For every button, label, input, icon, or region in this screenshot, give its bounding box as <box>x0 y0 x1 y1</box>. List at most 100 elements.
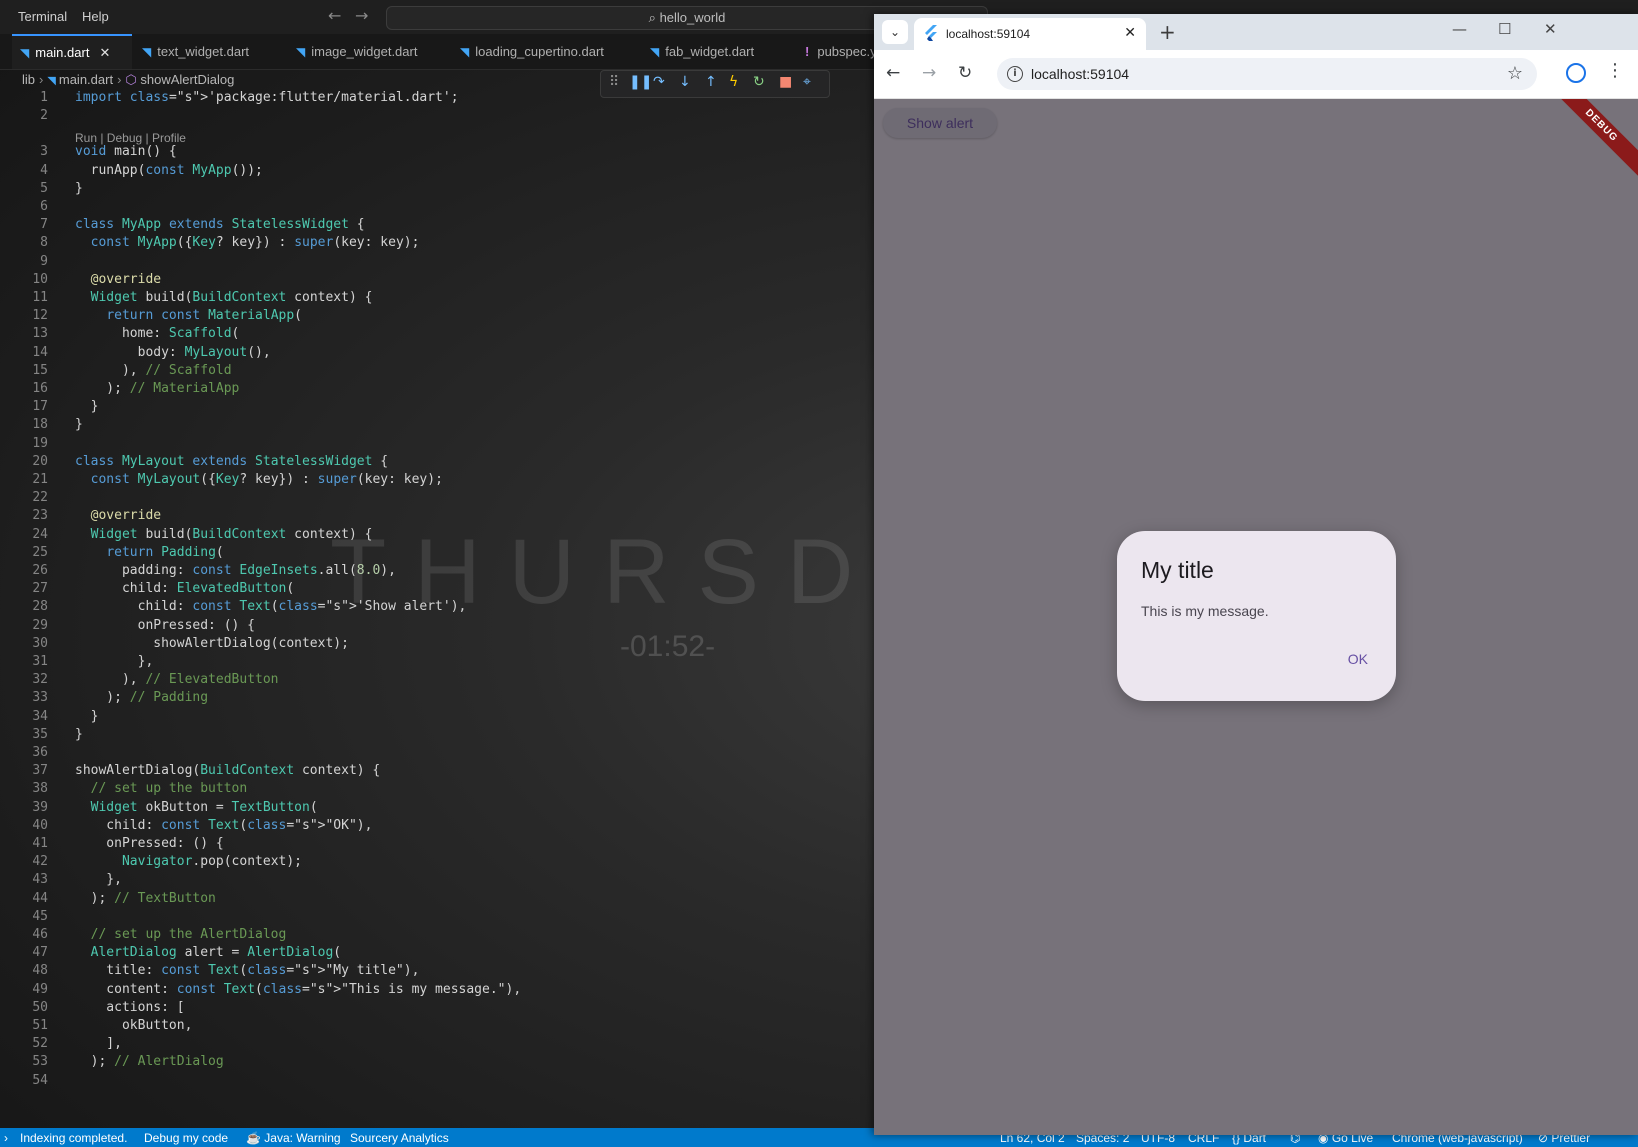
code-line[interactable]: // set up the AlertDialog <box>75 927 287 942</box>
maximize-icon[interactable]: ☐ <box>1498 20 1511 38</box>
tab-text-widget[interactable]: ◥ text_widget.dart <box>142 34 249 69</box>
line-number: 42 <box>32 854 48 870</box>
close-tab-icon[interactable]: ✕ <box>1124 25 1136 41</box>
code-line[interactable]: } <box>75 709 99 724</box>
code-line[interactable]: class MyLayout extends StatelessWidget { <box>75 454 388 469</box>
back-icon[interactable]: ← <box>886 63 900 83</box>
code-line[interactable]: home: Scaffold( <box>75 326 239 341</box>
code-line[interactable]: Widget okButton = TextButton( <box>75 800 318 815</box>
status-debug[interactable]: Debug my code <box>144 1131 228 1145</box>
line-number: 49 <box>32 981 48 997</box>
tab-loading-cupertino[interactable]: ◥ loading_cupertino.dart <box>460 34 604 69</box>
code-line[interactable]: } <box>75 727 83 742</box>
code-line[interactable]: AlertDialog alert = AlertDialog( <box>75 945 341 960</box>
code-line[interactable]: class MyApp extends StatelessWidget { <box>75 217 365 232</box>
code-line[interactable]: ), // Scaffold <box>75 363 232 378</box>
tab-fab-widget[interactable]: ◥ fab_widget.dart <box>650 34 754 69</box>
reload-icon[interactable]: ↻ <box>958 63 972 83</box>
show-alert-button[interactable]: Show alert <box>883 108 997 138</box>
code-line[interactable]: return const MaterialApp( <box>75 308 302 323</box>
forward-icon[interactable]: → <box>922 63 936 83</box>
widget-inspector-icon[interactable]: ⌖ <box>803 74 811 90</box>
chrome-tab[interactable]: localhost:59104 ✕ <box>914 18 1146 50</box>
kebab-menu-icon[interactable]: ⋮ <box>1606 60 1624 81</box>
code-line[interactable]: ], <box>75 1036 122 1051</box>
menu-help[interactable]: Help <box>82 9 109 24</box>
stop-icon[interactable]: ■ <box>779 74 792 90</box>
minimize-icon[interactable]: — <box>1452 20 1467 38</box>
step-over-icon[interactable]: ↷ <box>653 74 665 90</box>
code-line[interactable]: }, <box>75 654 154 669</box>
dialog-ok-button[interactable]: OK <box>1348 651 1368 667</box>
code-line[interactable]: import class="s">'package:flutter/materi… <box>75 90 459 105</box>
bookmark-star-icon[interactable]: ☆ <box>1507 63 1523 84</box>
code-line[interactable]: } <box>75 181 83 196</box>
site-info-icon[interactable]: i <box>1007 66 1023 82</box>
code-line[interactable]: }, <box>75 872 122 887</box>
close-icon[interactable]: ✕ <box>99 45 110 60</box>
address-bar[interactable]: i localhost:59104 ☆ <box>997 58 1537 90</box>
code-line[interactable]: ); // Padding <box>75 690 208 705</box>
code-line[interactable]: child: const Text(class="s">'Show alert'… <box>75 599 467 614</box>
forward-arrow-icon[interactable]: → <box>355 6 368 25</box>
code-line[interactable]: Navigator.pop(context); <box>75 854 302 869</box>
code-line[interactable]: // set up the button <box>75 781 248 796</box>
line-number: 12 <box>32 308 48 324</box>
code-line[interactable]: showAlertDialog(BuildContext context) { <box>75 763 380 778</box>
status-sourcery[interactable]: Sourcery Analytics <box>350 1131 449 1145</box>
back-arrow-icon[interactable]: ← <box>328 6 341 25</box>
code-line[interactable]: @override <box>75 272 161 287</box>
remote-icon[interactable]: › <box>4 1131 8 1145</box>
new-tab-icon[interactable]: + <box>1159 20 1176 44</box>
code-line[interactable]: Widget build(BuildContext context) { <box>75 527 373 542</box>
code-line[interactable]: showAlertDialog(context); <box>75 636 349 651</box>
drag-handle-icon[interactable]: ⠿ <box>609 74 619 90</box>
step-into-icon[interactable]: ↓ <box>679 74 691 90</box>
code-line[interactable]: child: ElevatedButton( <box>75 581 294 596</box>
code-line[interactable]: } <box>75 399 99 414</box>
chrome-tab-strip: ⌄ localhost:59104 ✕ + — ☐ ✕ <box>874 14 1638 50</box>
flutter-app-viewport: Show alert DEBUG My title This is my mes… <box>874 99 1638 1135</box>
code-line[interactable]: child: const Text(class="s">"OK"), <box>75 818 372 833</box>
code-line[interactable]: ); // AlertDialog <box>75 1054 224 1069</box>
status-java[interactable]: ☕ Java: Warning <box>246 1131 341 1145</box>
code-line[interactable]: padding: const EdgeInsets.all(8.0), <box>75 563 396 578</box>
tab-pubspec[interactable]: ! pubspec.y <box>805 34 877 69</box>
code-line[interactable]: const MyLayout({Key? key}) : super(key: … <box>75 472 443 487</box>
code-line[interactable]: ); // MaterialApp <box>75 381 239 396</box>
step-out-icon[interactable]: ↑ <box>705 74 717 90</box>
code-line[interactable]: runApp(const MyApp()); <box>75 163 263 178</box>
code-line[interactable]: okButton, <box>75 1018 192 1033</box>
restart-icon[interactable]: ↻ <box>753 74 765 90</box>
code-line[interactable]: ); // TextButton <box>75 891 216 906</box>
code-line[interactable]: actions: [ <box>75 1000 184 1015</box>
code-line[interactable]: content: const Text(class="s">"This is m… <box>75 982 521 997</box>
close-window-icon[interactable]: ✕ <box>1544 20 1557 38</box>
menu-terminal[interactable]: Terminal <box>18 9 67 24</box>
codelens-run-debug-profile[interactable]: Run | Debug | Profile <box>75 131 186 145</box>
code-line[interactable]: void main() { <box>75 144 177 159</box>
code-line[interactable]: Widget build(BuildContext context) { <box>75 290 373 305</box>
tab-main-dart[interactable]: ◥ main.dart ✕ <box>12 34 132 69</box>
code-line[interactable]: ), // ElevatedButton <box>75 672 279 687</box>
hot-reload-icon[interactable]: ϟ <box>729 74 738 90</box>
line-number: 31 <box>32 654 48 669</box>
line-number: 51 <box>32 1018 48 1033</box>
code-line[interactable]: onPressed: () { <box>75 836 223 851</box>
code-line[interactable]: body: MyLayout(), <box>75 345 271 360</box>
tab-search-chevron-icon[interactable]: ⌄ <box>882 20 908 44</box>
status-indexing[interactable]: Indexing completed. <box>20 1131 127 1145</box>
tab-image-widget[interactable]: ◥ image_widget.dart <box>296 34 417 69</box>
breadcrumb-file[interactable]: main.dart <box>59 72 113 87</box>
code-line[interactable]: @override <box>75 508 161 523</box>
profile-icon[interactable] <box>1566 63 1586 83</box>
breadcrumb-lib[interactable]: lib <box>22 72 35 87</box>
code-line[interactable]: title: const Text(class="s">"My title"), <box>75 963 419 978</box>
breadcrumb-symbol[interactable]: showAlertDialog <box>140 72 234 87</box>
pause-icon[interactable]: ❚❚ <box>629 74 652 90</box>
line-number: 11 <box>32 290 48 305</box>
code-line[interactable]: } <box>75 417 83 432</box>
code-line[interactable]: return Padding( <box>75 545 223 560</box>
code-line[interactable]: onPressed: () { <box>75 618 255 633</box>
code-line[interactable]: const MyApp({Key? key}) : super(key: key… <box>75 235 420 250</box>
